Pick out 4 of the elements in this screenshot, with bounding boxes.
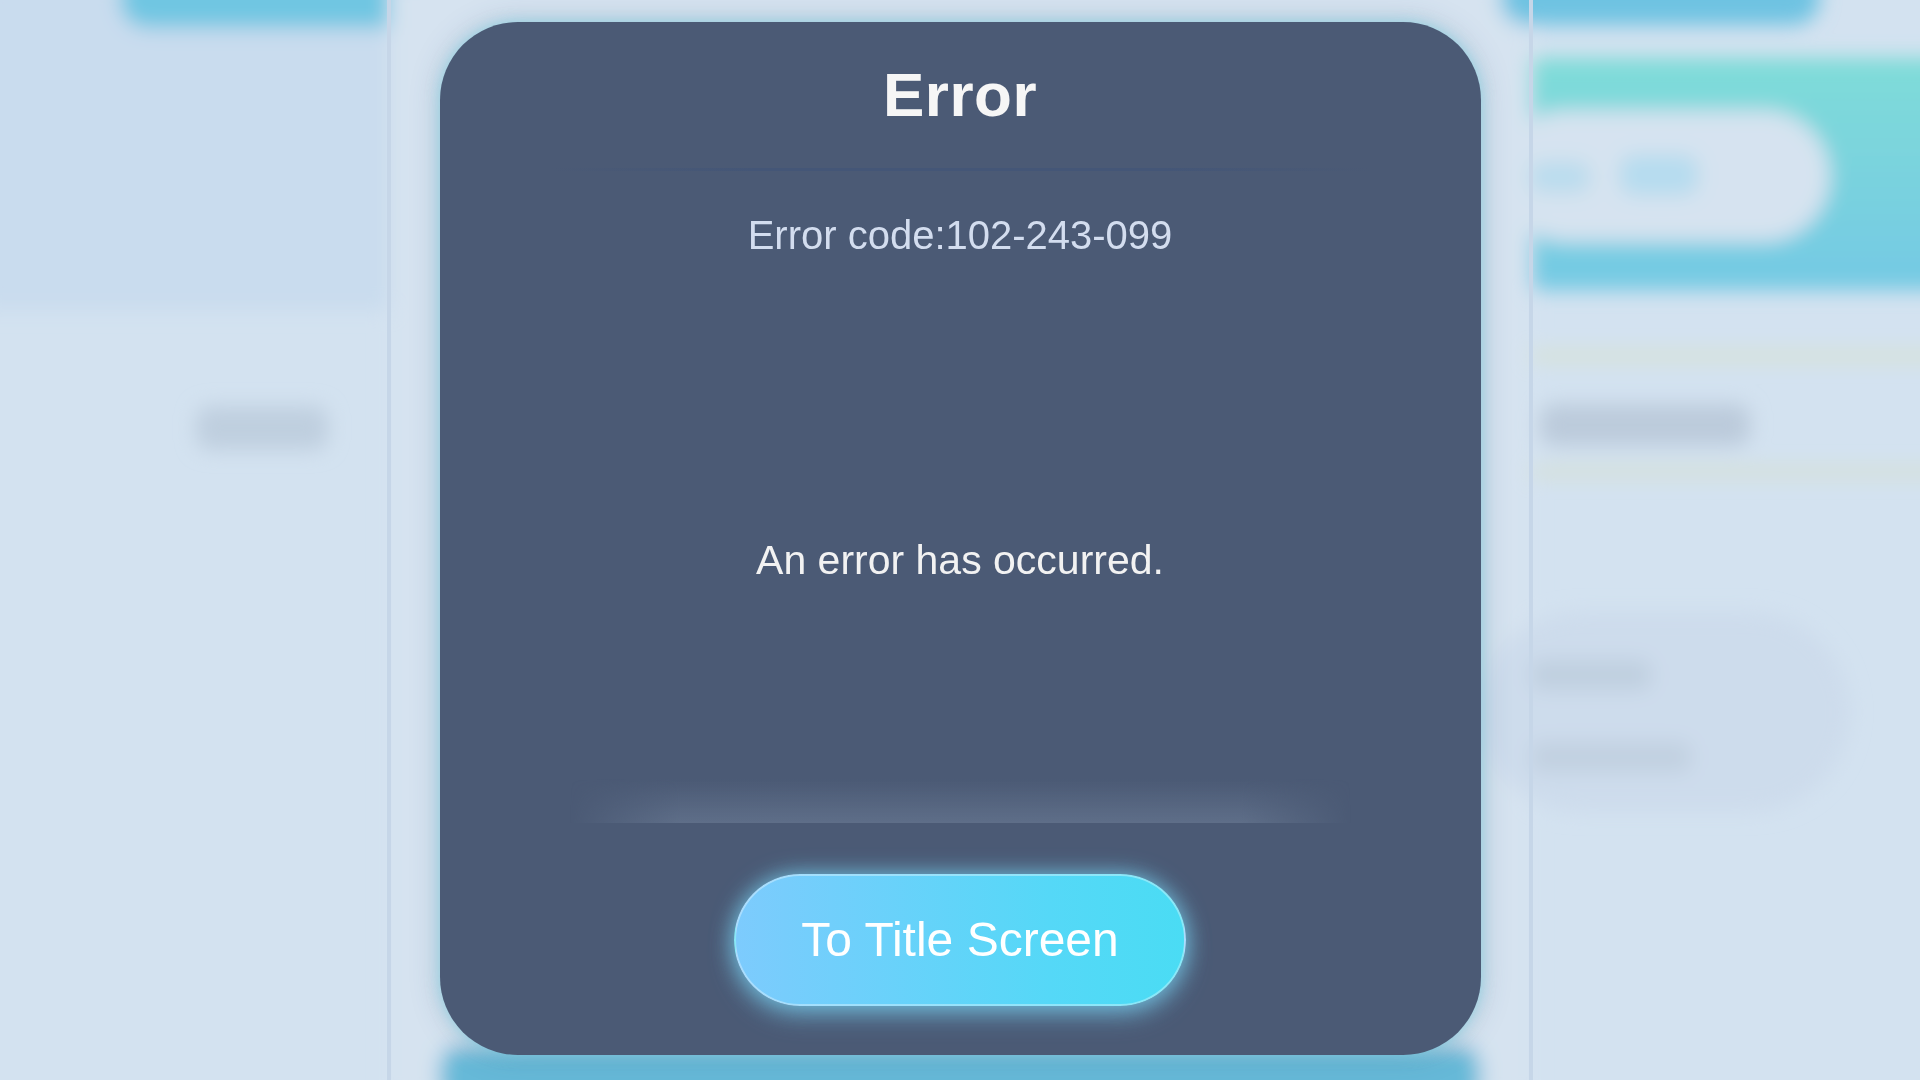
dialog-title: Error [882,64,1038,126]
error-message: An error has occurred. [756,536,1164,585]
title-screen-button[interactable]: To Title Screen [734,874,1186,1006]
error-code: Error code:102-243-099 [747,212,1173,259]
